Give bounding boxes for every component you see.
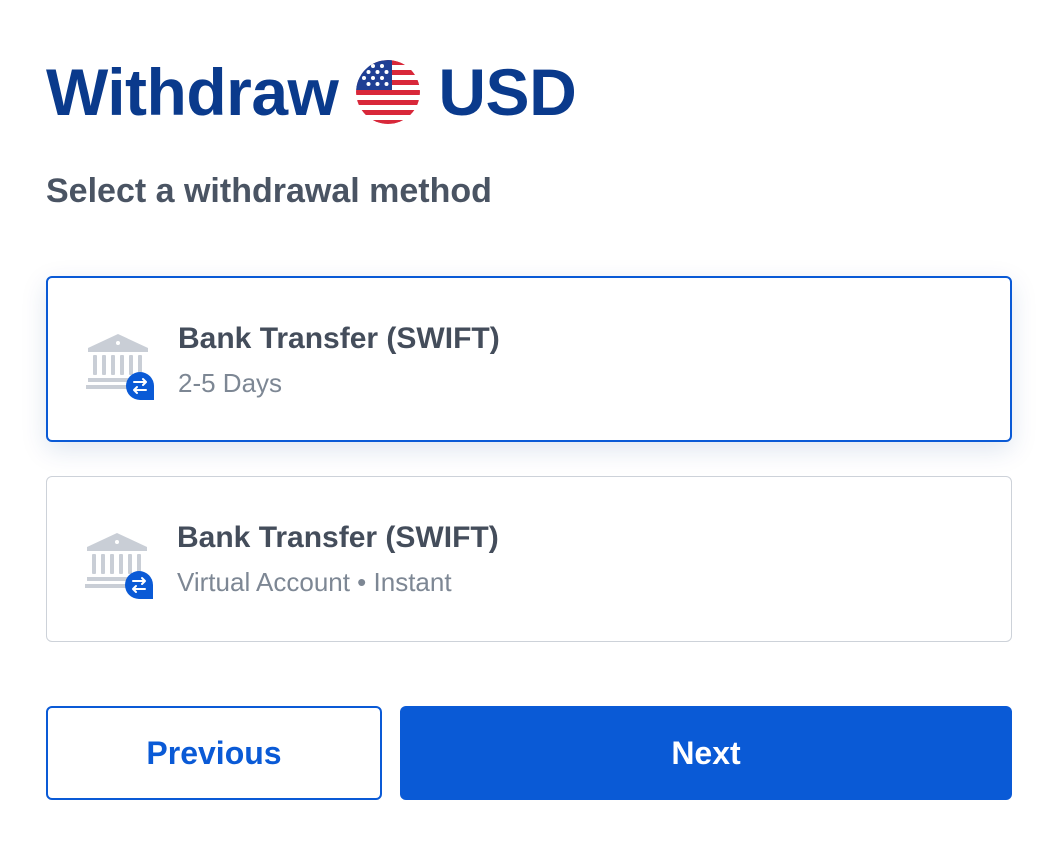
currency-code: USD (438, 55, 577, 129)
withdrawal-method-virtual-account[interactable]: Bank Transfer (SWIFT) Virtual Account • … (46, 476, 1012, 642)
method-title: Bank Transfer (SWIFT) (177, 521, 499, 554)
previous-button[interactable]: Previous (46, 706, 382, 800)
method-detail: 2-5 Days (178, 368, 283, 398)
next-button[interactable]: Next (400, 706, 1012, 800)
transfer-badge-icon (125, 571, 153, 599)
section-subtitle: Select a withdrawal method (46, 172, 492, 210)
page-title: Withdraw USD (46, 52, 577, 132)
transfer-badge-icon (126, 372, 154, 400)
page-title-prefix: Withdraw (46, 55, 339, 129)
method-detail: Virtual Account • Instant (177, 567, 452, 597)
us-flag-icon (356, 60, 421, 124)
withdrawal-method-swift[interactable]: Bank Transfer (SWIFT) 2-5 Days (46, 276, 1012, 442)
method-title: Bank Transfer (SWIFT) (178, 322, 500, 355)
bank-transfer-icon (85, 533, 153, 599)
bank-transfer-icon (86, 334, 154, 400)
